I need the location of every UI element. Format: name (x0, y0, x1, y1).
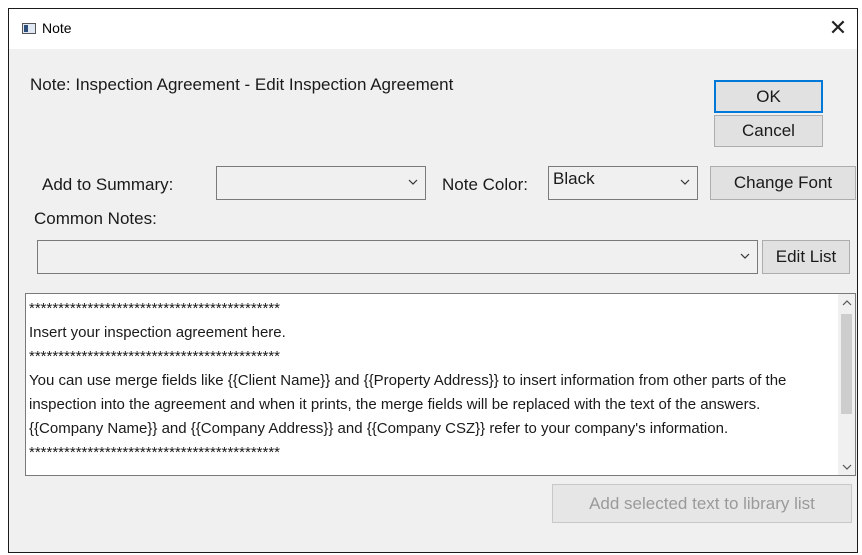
close-icon[interactable]: ✕ (823, 15, 853, 43)
vertical-scrollbar[interactable] (838, 294, 855, 475)
window-title: Note (42, 20, 72, 36)
scroll-down-icon[interactable] (838, 458, 855, 475)
change-font-button[interactable]: Change Font (710, 166, 856, 200)
ok-button[interactable]: OK (714, 80, 823, 113)
note-color-label: Note Color: (442, 175, 528, 194)
common-notes-dropdown[interactable] (37, 240, 758, 274)
chevron-down-icon (740, 253, 750, 259)
add-to-library-button[interactable]: Add selected text to library list (552, 484, 852, 523)
note-dialog: Note ✕ Note: Inspection Agreement - Edit… (8, 8, 858, 553)
chevron-down-icon (680, 179, 690, 185)
note-heading: Note: Inspection Agreement - Edit Inspec… (30, 75, 454, 94)
note-text[interactable]: ****************************************… (29, 297, 834, 465)
scroll-up-icon[interactable] (838, 294, 855, 311)
summary-dropdown[interactable] (216, 166, 426, 200)
summary-label: Add to Summary: (42, 175, 174, 194)
note-app-icon (22, 23, 36, 34)
chevron-down-icon (408, 179, 418, 185)
note-color-value: Black (553, 169, 595, 188)
scroll-thumb[interactable] (841, 314, 852, 414)
title-bar[interactable]: Note ✕ (9, 9, 857, 49)
note-text-area[interactable]: ****************************************… (25, 293, 856, 476)
note-color-dropdown[interactable]: Black (548, 166, 698, 200)
cancel-button[interactable]: Cancel (714, 115, 823, 147)
edit-list-button[interactable]: Edit List (762, 240, 850, 274)
common-notes-label: Common Notes: (34, 209, 157, 228)
